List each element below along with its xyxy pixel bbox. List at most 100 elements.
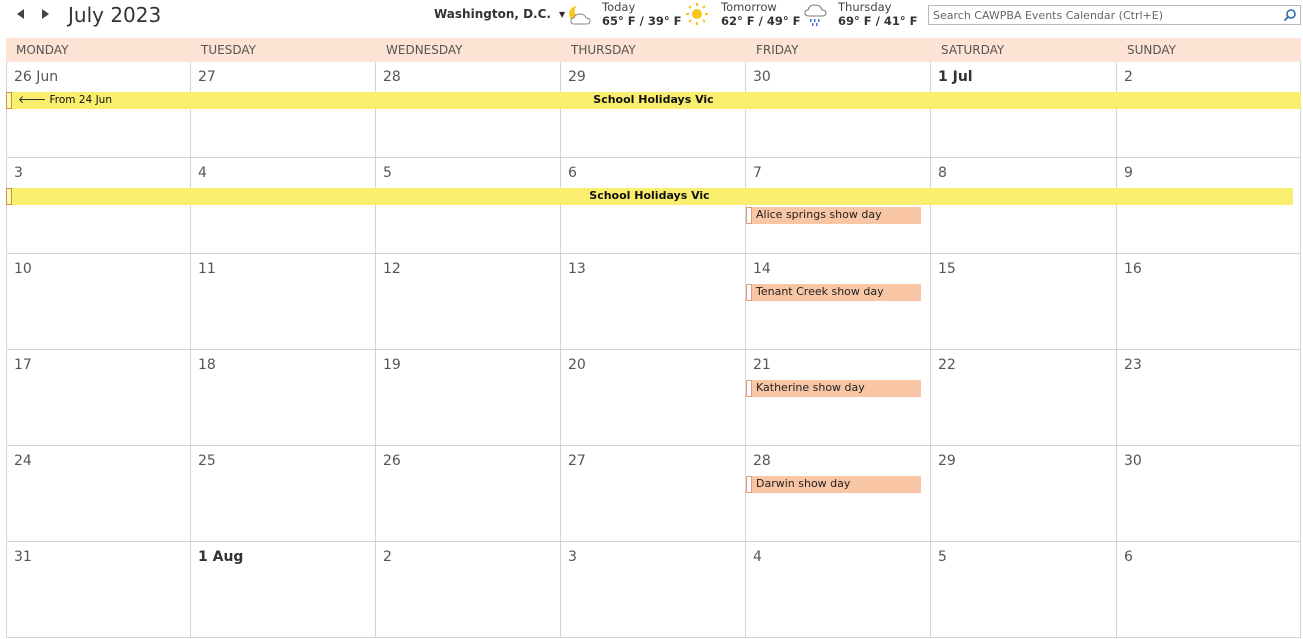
- event-tenant-creek-show-day[interactable]: Tenant Creek show day: [746, 284, 921, 301]
- day-cell[interactable]: 1 Aug: [191, 542, 376, 638]
- day-number: 27: [198, 69, 216, 85]
- day-number: 20: [568, 357, 586, 373]
- day-cell[interactable]: 27: [561, 446, 746, 542]
- day-number: 23: [1124, 357, 1142, 373]
- day-cell[interactable]: 15: [931, 254, 1117, 350]
- day-cell[interactable]: 21: [746, 350, 931, 446]
- day-cell[interactable]: 29: [561, 62, 746, 158]
- day-number: 28: [753, 453, 771, 469]
- day-cell[interactable]: 3: [561, 542, 746, 638]
- day-number: 19: [383, 357, 401, 373]
- day-cell[interactable]: 16: [1117, 254, 1301, 350]
- day-number: 26: [383, 453, 401, 469]
- day-cell[interactable]: 10: [6, 254, 191, 350]
- search-icon[interactable]: [1283, 8, 1297, 22]
- day-number: 16: [1124, 261, 1142, 277]
- day-number: 31: [14, 549, 32, 565]
- day-cell[interactable]: 1 Jul: [931, 62, 1117, 158]
- day-number: 27: [568, 453, 586, 469]
- day-cell[interactable]: 13: [561, 254, 746, 350]
- previous-month-button[interactable]: [14, 7, 28, 21]
- day-cell[interactable]: 6: [561, 158, 746, 254]
- day-number: 26 Jun: [14, 69, 59, 85]
- day-cell[interactable]: 30: [1117, 446, 1301, 542]
- day-cell[interactable]: 24: [6, 446, 191, 542]
- day-cell[interactable]: 11: [191, 254, 376, 350]
- day-cell[interactable]: 20: [561, 350, 746, 446]
- day-number: 13: [568, 261, 586, 277]
- day-cell[interactable]: 30: [746, 62, 931, 158]
- day-cell[interactable]: 4: [746, 542, 931, 638]
- day-number: 4: [753, 549, 762, 565]
- weather-temp: 65° F / 39° F: [602, 14, 682, 28]
- day-header-sunday: SUNDAY: [1127, 43, 1177, 57]
- day-cell[interactable]: 2: [376, 542, 561, 638]
- day-number: 3: [14, 165, 23, 181]
- day-cell[interactable]: 29: [931, 446, 1117, 542]
- event-title: School Holidays Vic: [593, 93, 714, 106]
- day-cell[interactable]: 17: [6, 350, 191, 446]
- day-cell[interactable]: 3: [6, 158, 191, 254]
- event-darwin-show-day[interactable]: Darwin show day: [746, 476, 921, 493]
- day-number: 4: [198, 165, 207, 181]
- arrow-left-icon: [17, 9, 24, 19]
- location-selector[interactable]: Washington, D.C. ▼: [434, 7, 565, 21]
- search-input[interactable]: [933, 7, 1273, 23]
- day-cell[interactable]: 4: [191, 158, 376, 254]
- day-number: 2: [383, 549, 392, 565]
- day-number: 7: [753, 165, 762, 181]
- event-katherine-show-day[interactable]: Katherine show day: [746, 380, 921, 397]
- event-alice-springs-show-day[interactable]: Alice springs show day: [746, 207, 921, 224]
- event-school-holidays-vic[interactable]: 🡐 From 24 Jun School Holidays Vic: [6, 92, 1301, 109]
- day-cell[interactable]: 5: [931, 542, 1117, 638]
- day-of-week-header: MONDAY TUESDAY WEDNESDAY THURSDAY FRIDAY…: [6, 38, 1301, 62]
- day-cell[interactable]: 23: [1117, 350, 1301, 446]
- day-number: 29: [938, 453, 956, 469]
- event-marker: [746, 380, 752, 397]
- day-cell[interactable]: 14: [746, 254, 931, 350]
- day-number: 9: [1124, 165, 1133, 181]
- weather-temp: 69° F / 41° F: [838, 14, 918, 28]
- day-header-wednesday: WEDNESDAY: [386, 43, 463, 57]
- sun-icon: [686, 3, 708, 25]
- day-cell[interactable]: 5: [376, 158, 561, 254]
- day-cell[interactable]: 18: [191, 350, 376, 446]
- day-cell[interactable]: 6: [1117, 542, 1301, 638]
- day-cell[interactable]: 12: [376, 254, 561, 350]
- day-number: 2: [1124, 69, 1133, 85]
- day-header-tuesday: TUESDAY: [201, 43, 256, 57]
- day-number: 1 Jul: [938, 69, 973, 85]
- event-marker: [746, 284, 752, 301]
- day-cell[interactable]: 8: [931, 158, 1117, 254]
- event-title: Alice springs show day: [756, 208, 882, 221]
- day-cell[interactable]: 19: [376, 350, 561, 446]
- day-number: 24: [14, 453, 32, 469]
- day-cell[interactable]: 28: [376, 62, 561, 158]
- day-header-thursday: THURSDAY: [571, 43, 636, 57]
- day-cell[interactable]: 22: [931, 350, 1117, 446]
- event-title: Tenant Creek show day: [756, 285, 884, 298]
- search-box[interactable]: [928, 5, 1301, 25]
- day-cell[interactable]: 27: [191, 62, 376, 158]
- day-number: 10: [14, 261, 32, 277]
- day-header-friday: FRIDAY: [756, 43, 799, 57]
- day-number: 12: [383, 261, 401, 277]
- day-number: 30: [1124, 453, 1142, 469]
- event-school-holidays-vic[interactable]: School Holidays Vic: [6, 188, 1293, 205]
- day-cell[interactable]: 25: [191, 446, 376, 542]
- day-number: 5: [383, 165, 392, 181]
- next-month-button[interactable]: [38, 7, 52, 21]
- rain-cloud-icon: [804, 4, 827, 26]
- day-number: 21: [753, 357, 771, 373]
- day-cell[interactable]: 31: [6, 542, 191, 638]
- day-cell[interactable]: 9: [1117, 158, 1301, 254]
- day-cell[interactable]: 7: [746, 158, 931, 254]
- day-number: 15: [938, 261, 956, 277]
- day-cell[interactable]: 26: [376, 446, 561, 542]
- location-label: Washington, D.C.: [434, 7, 551, 21]
- day-cell[interactable]: 28: [746, 446, 931, 542]
- calendar-toolbar: July 2023 Washington, D.C. ▼ Today 65° F …: [0, 0, 1303, 36]
- day-cell[interactable]: 26 Jun: [6, 62, 191, 158]
- day-cell[interactable]: 2: [1117, 62, 1301, 158]
- day-number: 6: [568, 165, 577, 181]
